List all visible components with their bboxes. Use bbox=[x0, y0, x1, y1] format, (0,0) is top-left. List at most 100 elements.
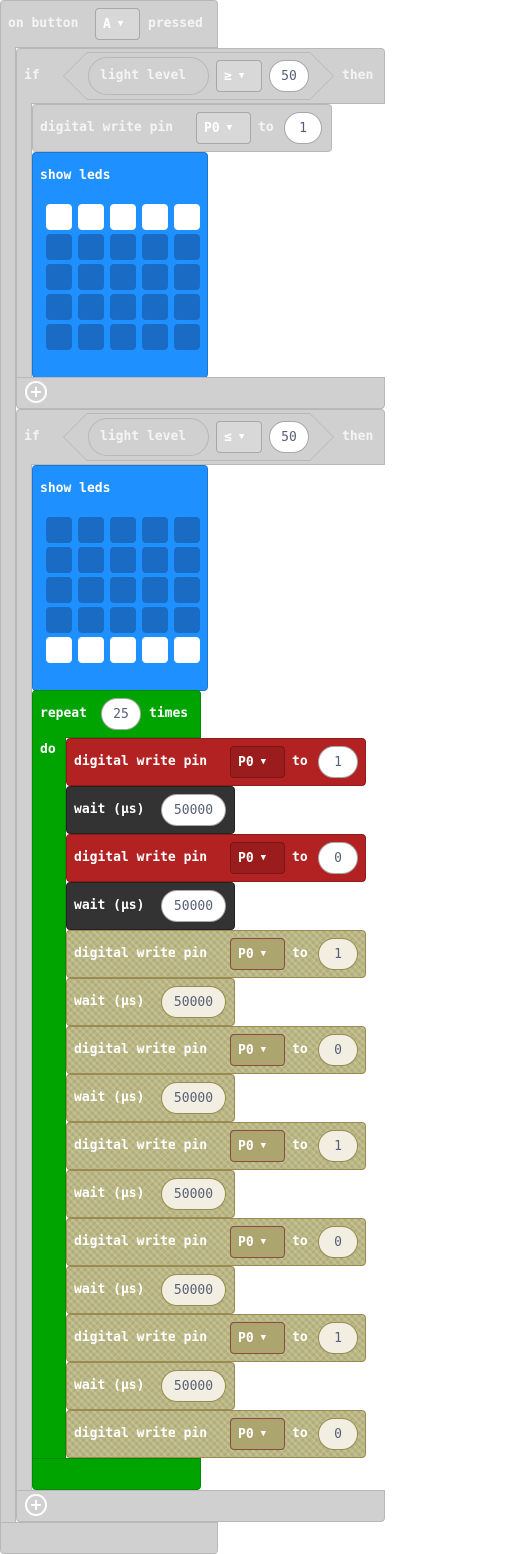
led-cell[interactable] bbox=[110, 607, 136, 633]
led-cell[interactable] bbox=[174, 547, 200, 573]
led-cell[interactable] bbox=[46, 517, 72, 543]
led-cell[interactable] bbox=[78, 637, 104, 663]
pin-dropdown[interactable]: P0 ▼ bbox=[230, 1034, 285, 1066]
led-cell[interactable] bbox=[110, 577, 136, 603]
pin-dropdown[interactable]: P0 ▼ bbox=[230, 842, 285, 874]
led-cell[interactable] bbox=[46, 577, 72, 603]
led-cell[interactable] bbox=[110, 234, 136, 260]
pin-value-input[interactable]: 1 bbox=[318, 746, 358, 778]
compare-value-input-2[interactable]: 50 bbox=[269, 421, 309, 453]
led-cell[interactable] bbox=[78, 234, 104, 260]
led-cell[interactable] bbox=[78, 324, 104, 350]
digital-write-pin-block[interactable]: digital write pin P0 ▼ to 0 bbox=[66, 1410, 366, 1458]
pin-value-input[interactable]: 0 bbox=[318, 1226, 358, 1258]
led-cell[interactable] bbox=[174, 637, 200, 663]
led-cell[interactable] bbox=[110, 547, 136, 573]
led-cell[interactable] bbox=[46, 294, 72, 320]
digital-write-pin-block[interactable]: digital write pin P0 ▼ to 1 bbox=[66, 930, 366, 978]
led-cell[interactable] bbox=[46, 607, 72, 633]
digital-write-pin-block[interactable]: digital write pin P0 ▼ to 1 bbox=[66, 1122, 366, 1170]
digital-write-pin-block[interactable]: digital write pin P0 ▼ to 1 bbox=[66, 1314, 366, 1362]
led-cell[interactable] bbox=[142, 234, 168, 260]
wait-us-block[interactable]: wait (µs) 50000 bbox=[66, 1362, 235, 1410]
wait-duration-input[interactable]: 50000 bbox=[161, 986, 226, 1018]
wait-us-block[interactable]: wait (µs) 50000 bbox=[66, 1266, 235, 1314]
led-cell[interactable] bbox=[46, 204, 72, 230]
led-cell[interactable] bbox=[142, 324, 168, 350]
digital-write-pin-block[interactable]: digital write pin P0 ▼ to 0 bbox=[66, 1026, 366, 1074]
led-cell[interactable] bbox=[46, 637, 72, 663]
led-cell[interactable] bbox=[110, 204, 136, 230]
led-cell[interactable] bbox=[78, 607, 104, 633]
led-cell[interactable] bbox=[110, 264, 136, 290]
digital-write-pin-block[interactable]: digital write pin P0 ▼ to 1 bbox=[66, 738, 366, 786]
led-cell[interactable] bbox=[110, 294, 136, 320]
pin-dropdown[interactable]: P0 ▼ bbox=[230, 1226, 285, 1258]
led-cell[interactable] bbox=[142, 637, 168, 663]
led-cell[interactable] bbox=[142, 607, 168, 633]
pin-value-input[interactable]: 0 bbox=[318, 1418, 358, 1450]
digital-write-pin-block[interactable]: digital write pin P0 ▼ to 0 bbox=[66, 834, 366, 882]
wait-us-block[interactable]: wait (µs) 50000 bbox=[66, 978, 235, 1026]
led-cell[interactable] bbox=[78, 547, 104, 573]
led-cell[interactable] bbox=[110, 637, 136, 663]
add-else-icon[interactable]: + bbox=[25, 1494, 47, 1516]
led-cell[interactable] bbox=[46, 547, 72, 573]
led-cell[interactable] bbox=[174, 517, 200, 543]
led-cell[interactable] bbox=[78, 264, 104, 290]
pin-dropdown[interactable]: P0 ▼ bbox=[230, 1418, 285, 1450]
operator-dropdown-2[interactable]: ≤ ▼ bbox=[216, 421, 262, 453]
pin-dropdown[interactable]: P0 ▼ bbox=[230, 1322, 285, 1354]
wait-duration-input[interactable]: 50000 bbox=[161, 1082, 226, 1114]
led-cell[interactable] bbox=[142, 294, 168, 320]
led-cell[interactable] bbox=[174, 577, 200, 603]
led-cell[interactable] bbox=[142, 547, 168, 573]
pin-value-input[interactable]: 1 bbox=[284, 112, 322, 144]
wait-us-block[interactable]: wait (µs) 50000 bbox=[66, 1074, 235, 1122]
pin-dropdown[interactable]: P0 ▼ bbox=[196, 112, 251, 144]
pin-dropdown[interactable]: P0 ▼ bbox=[230, 1130, 285, 1162]
add-else-icon[interactable]: + bbox=[25, 381, 47, 403]
led-cell[interactable] bbox=[78, 294, 104, 320]
led-cell[interactable] bbox=[78, 577, 104, 603]
led-cell[interactable] bbox=[174, 607, 200, 633]
led-cell[interactable] bbox=[110, 324, 136, 350]
repeat-times-input[interactable]: 25 bbox=[101, 698, 141, 730]
pin-value-input[interactable]: 1 bbox=[318, 1322, 358, 1354]
led-cell[interactable] bbox=[46, 324, 72, 350]
operator-value-2: ≤ bbox=[224, 429, 232, 445]
wait-duration-input[interactable]: 50000 bbox=[161, 1178, 226, 1210]
wait-duration-input[interactable]: 50000 bbox=[161, 890, 226, 922]
led-cell[interactable] bbox=[110, 517, 136, 543]
compare-value-input-1[interactable]: 50 bbox=[269, 60, 309, 92]
led-cell[interactable] bbox=[174, 294, 200, 320]
led-cell[interactable] bbox=[174, 324, 200, 350]
led-cell[interactable] bbox=[174, 234, 200, 260]
wait-us-block[interactable]: wait (µs) 50000 bbox=[66, 882, 235, 930]
led-cell[interactable] bbox=[78, 517, 104, 543]
led-cell[interactable] bbox=[142, 577, 168, 603]
pin-value-input[interactable]: 0 bbox=[318, 1034, 358, 1066]
led-cell[interactable] bbox=[174, 264, 200, 290]
led-cell[interactable] bbox=[142, 517, 168, 543]
wait-duration-input[interactable]: 50000 bbox=[161, 794, 226, 826]
pin-value-input[interactable]: 0 bbox=[318, 842, 358, 874]
led-cell[interactable] bbox=[46, 264, 72, 290]
digital-write-pin-block[interactable]: digital write pin P0 ▼ to 0 bbox=[66, 1218, 366, 1266]
led-cell[interactable] bbox=[46, 234, 72, 260]
button-dropdown[interactable]: A ▼ bbox=[95, 8, 140, 40]
led-cell[interactable] bbox=[142, 264, 168, 290]
wait-duration-input[interactable]: 50000 bbox=[161, 1274, 226, 1306]
wait-duration-input[interactable]: 50000 bbox=[161, 1370, 226, 1402]
pin-value-input[interactable]: 1 bbox=[318, 1130, 358, 1162]
operator-dropdown-1[interactable]: ≥ ▼ bbox=[216, 60, 262, 92]
pin-dropdown[interactable]: P0 ▼ bbox=[230, 746, 285, 778]
led-cell[interactable] bbox=[78, 204, 104, 230]
pin-dropdown[interactable]: P0 ▼ bbox=[230, 938, 285, 970]
wait-us-block[interactable]: wait (µs) 50000 bbox=[66, 786, 235, 834]
led-cell[interactable] bbox=[142, 204, 168, 230]
wait-us-block[interactable]: wait (µs) 50000 bbox=[66, 1170, 235, 1218]
digital-write-label: digital write pin bbox=[74, 1042, 208, 1057]
pin-value-input[interactable]: 1 bbox=[318, 938, 358, 970]
led-cell[interactable] bbox=[174, 204, 200, 230]
